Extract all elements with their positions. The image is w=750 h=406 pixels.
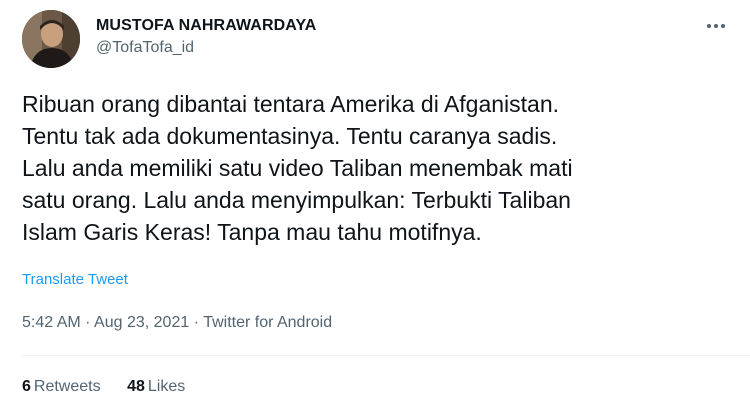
author-block: MUSTOFA NAHRAWARDAYA @TofaTofa_id xyxy=(96,16,316,58)
tweet-meta: 5:42 AM · Aug 23, 2021 · Twitter for And… xyxy=(22,314,332,332)
likes-stat[interactable]: 48 Likes xyxy=(127,378,185,396)
divider xyxy=(22,355,750,356)
author-display-name[interactable]: MUSTOFA NAHRAWARDAYA xyxy=(96,16,316,36)
tweet-text: Ribuan orang dibantai tentara Amerika di… xyxy=(22,91,573,245)
avatar[interactable] xyxy=(22,10,80,68)
meta-separator: · xyxy=(189,314,204,331)
meta-separator: · xyxy=(80,314,95,331)
more-horizontal-icon xyxy=(707,24,725,28)
author-handle[interactable]: @TofaTofa_id xyxy=(96,38,316,58)
likes-label: Likes xyxy=(147,378,186,395)
tweet-source[interactable]: Twitter for Android xyxy=(203,314,332,331)
user-avatar-icon xyxy=(22,10,80,68)
tweet-time[interactable]: 5:42 AM xyxy=(22,314,81,331)
tweet-date[interactable]: Aug 23, 2021 xyxy=(94,314,189,331)
retweets-count: 6 xyxy=(22,378,31,395)
likes-count: 48 xyxy=(127,378,145,395)
retweets-label: Retweets xyxy=(33,378,101,395)
translate-tweet-link[interactable]: Translate Tweet xyxy=(22,271,128,288)
retweets-stat[interactable]: 6 Retweets xyxy=(22,378,101,396)
more-options-button[interactable] xyxy=(702,16,730,36)
tweet-stats: 6 Retweets 48 Likes xyxy=(22,378,207,396)
